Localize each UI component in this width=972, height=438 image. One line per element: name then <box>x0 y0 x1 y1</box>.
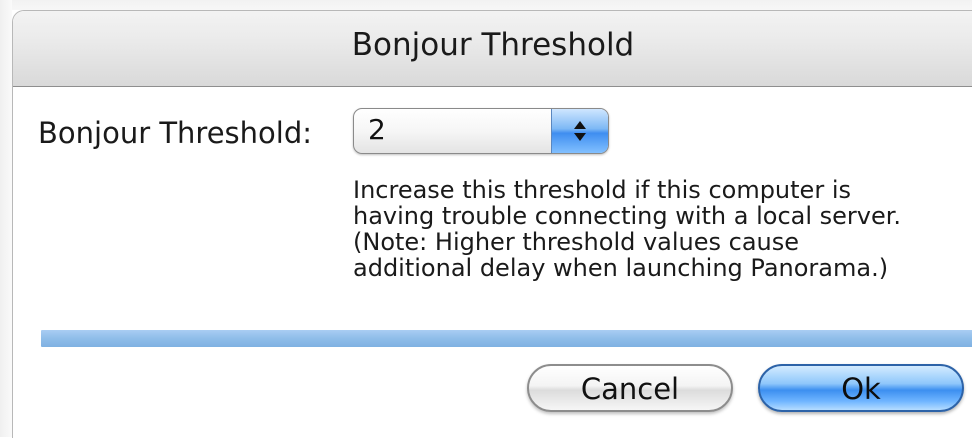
help-line: (Note: Higher threshold values cause <box>353 228 800 256</box>
window: Bonjour Threshold Bonjour Threshold: 2 I… <box>0 0 972 438</box>
threshold-popup[interactable]: 2 <box>353 108 609 154</box>
cancel-button[interactable]: Cancel <box>527 364 733 412</box>
titlebar[interactable]: Bonjour Threshold <box>13 11 972 87</box>
help-text: Increase this threshold if this computer… <box>353 177 972 281</box>
window-shadow-left <box>0 0 12 437</box>
ok-button[interactable]: Ok <box>758 364 964 412</box>
up-down-arrows-icon <box>551 109 608 153</box>
window-shadow-top <box>0 0 972 10</box>
separator <box>41 330 972 347</box>
dialog-title: Bonjour Threshold <box>351 27 635 63</box>
dialog: Bonjour Threshold Bonjour Threshold: 2 I… <box>12 10 972 438</box>
threshold-value: 2 <box>368 113 386 146</box>
help-line: having trouble connecting with a local s… <box>353 202 902 230</box>
threshold-label: Bonjour Threshold: <box>38 116 313 150</box>
help-line: Increase this threshold if this computer… <box>353 176 851 204</box>
help-line: additional delay when launching Panorama… <box>353 254 889 282</box>
